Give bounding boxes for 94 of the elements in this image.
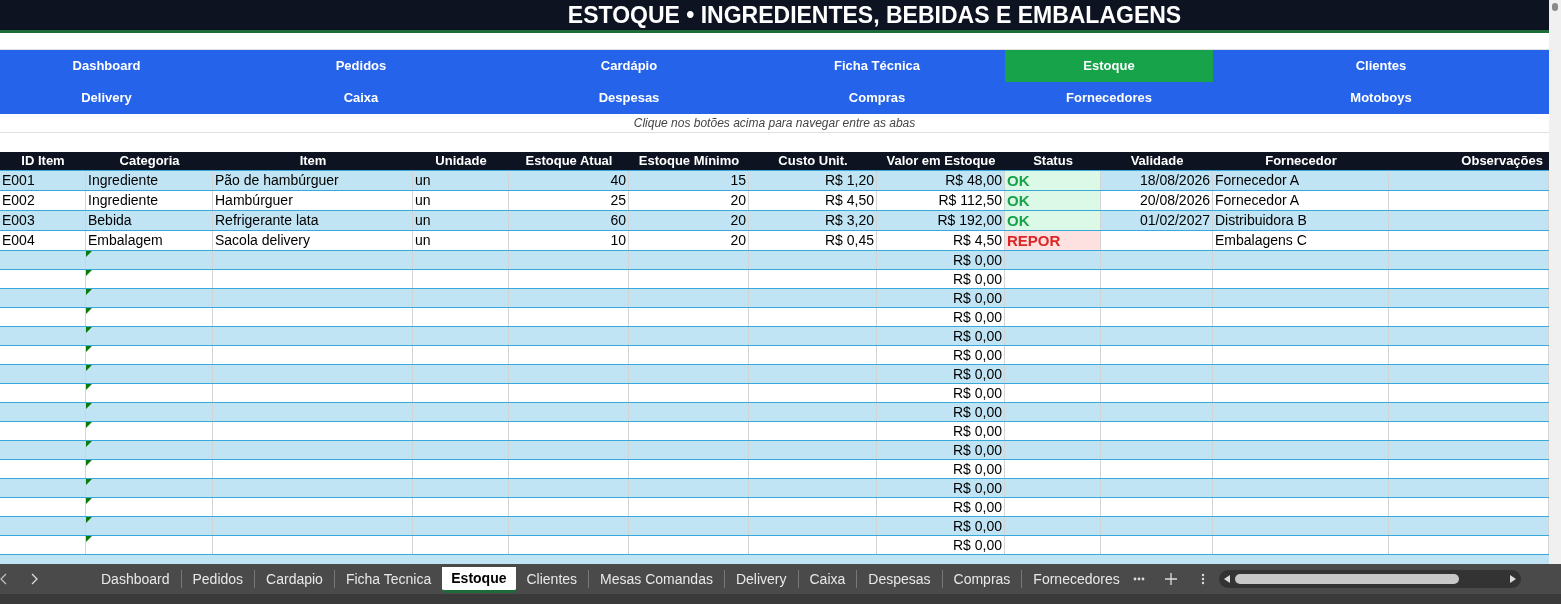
table-cell: R$ 1,20	[824, 172, 874, 188]
column-header: Categoria	[119, 153, 180, 168]
table-cell: Fornecedor A	[1215, 172, 1300, 188]
table-cell: un	[415, 172, 431, 188]
table-cell: 20	[730, 192, 746, 208]
sheet-tab[interactable]: Pedidos	[181, 568, 255, 590]
column-header: Fornecedor	[1265, 153, 1337, 168]
table-cell: Refrigerante lata	[215, 212, 319, 228]
vertical-scrollbar[interactable]	[1549, 0, 1561, 564]
table-cell: R$ 0,45	[824, 232, 874, 248]
scroll-right-icon[interactable]	[1509, 575, 1516, 583]
column-header: ID Item	[21, 153, 65, 168]
status-label: OK	[1007, 212, 1030, 229]
table-cell: R$ 0,00	[952, 537, 1002, 553]
table-cell: Ingrediente	[88, 172, 159, 188]
column-header: Unidade	[435, 153, 487, 168]
sheet-tab[interactable]: Despesas	[857, 568, 942, 590]
sheet-tab[interactable]: Compras	[942, 568, 1022, 590]
table-cell: 25	[610, 192, 626, 208]
column-header: Status	[1033, 153, 1073, 168]
table-cell: R$ 0,00	[952, 385, 1002, 401]
sheet-tab[interactable]: Fornecedores	[1022, 568, 1131, 590]
table-cell: R$ 112,50	[938, 192, 1002, 208]
sheet-tab[interactable]: Estoque	[442, 567, 516, 593]
table-cell: un	[415, 232, 431, 248]
table-cell: Ingrediente	[88, 192, 159, 208]
table-cell: E002	[2, 192, 35, 208]
table-cell: R$ 4,50	[952, 232, 1002, 248]
table-cell: E003	[2, 212, 35, 228]
sheet-tab[interactable]: Caixa	[798, 568, 857, 590]
table-cell: R$ 0,00	[952, 271, 1002, 287]
table-cell: R$ 192,00	[937, 212, 1002, 228]
table-cell: Hambúrguer	[215, 192, 293, 208]
table-cell: Bebida	[88, 212, 132, 228]
sheet-tab[interactable]: Dashboard	[90, 568, 181, 590]
table-cell: 40	[610, 172, 626, 188]
table-cell: 15	[730, 172, 746, 188]
table-cell: R$ 3,20	[824, 212, 874, 228]
table-cell: R$ 48,00	[945, 172, 1002, 188]
table-cell: R$ 0,00	[952, 423, 1002, 439]
table-cell: R$ 0,00	[952, 309, 1002, 325]
sheet-tab[interactable]: Ficha Tecnica	[334, 568, 443, 590]
table-cell: R$ 0,00	[952, 290, 1002, 306]
table-cell: 60	[610, 212, 626, 228]
table-cell: R$ 0,00	[952, 347, 1002, 363]
table-cell: R$ 0,00	[952, 404, 1002, 420]
table-cell: Embalagens C	[1215, 232, 1307, 248]
status-label: OK	[1007, 192, 1030, 209]
table-cell: Pão de hambúrguer	[215, 172, 339, 188]
table-cell: R$ 0,00	[952, 366, 1002, 382]
table-cell: 20	[730, 232, 746, 248]
table-cell: R$ 4,50	[824, 192, 874, 208]
table-cell: R$ 0,00	[952, 480, 1002, 496]
table-cell: E004	[2, 232, 35, 248]
column-header: Estoque Atual	[525, 153, 613, 168]
hint-text: Clique nos botões acima para navegar entre as abas	[633, 115, 916, 132]
chevron-right-icon[interactable]	[30, 573, 38, 585]
plus-icon[interactable]	[1164, 573, 1177, 585]
chevron-left-icon[interactable]	[0, 573, 8, 585]
column-header: Estoque Mínimo	[638, 153, 740, 168]
table-cell: E001	[2, 172, 35, 188]
column-header: Item	[299, 153, 327, 168]
table-cell: R$ 0,00	[952, 252, 1002, 268]
table-cell: R$ 0,00	[952, 499, 1002, 515]
sheet-tab[interactable]: Mesas Comandas	[589, 568, 724, 590]
column-header: Custo Unit.	[778, 153, 848, 168]
sheet-tab[interactable]: Delivery	[724, 568, 798, 590]
status-label: OK	[1007, 172, 1030, 189]
table-cell: Sacola delivery	[215, 232, 310, 248]
column-header: Observações	[1461, 153, 1543, 168]
table-cell: 10	[610, 232, 626, 248]
column-header: Valor em Estoque	[886, 153, 996, 168]
table-cell: 20/08/2026	[1139, 192, 1210, 208]
horizontal-scrollbar[interactable]	[1218, 570, 1521, 588]
status-label: REPOR	[1007, 232, 1061, 249]
table-cell: 20	[730, 212, 746, 228]
table-cell: un	[415, 192, 431, 208]
kebab-icon[interactable]	[1200, 573, 1205, 585]
table-cell: R$ 0,00	[952, 461, 1002, 477]
sheet-title: ESTOQUE • INGREDIENTES, BEBIDAS E EMBALAGENS	[567, 0, 1182, 30]
table-cell: R$ 0,00	[952, 328, 1002, 344]
sheet-tab[interactable]: Clientes	[515, 568, 589, 590]
table-cell: Distribuidora B	[1215, 212, 1307, 228]
more-icon[interactable]	[1132, 577, 1145, 581]
table-cell: R$ 0,00	[952, 518, 1002, 534]
sheet-tab[interactable]: Cardapio	[255, 568, 334, 590]
table-cell: un	[415, 212, 431, 228]
table-cell: 01/02/2027	[1139, 212, 1210, 228]
column-header: Validade	[1130, 153, 1184, 168]
table-cell: R$ 0,00	[952, 442, 1002, 458]
table-cell: Embalagem	[88, 232, 163, 248]
table-cell: 18/08/2026	[1139, 172, 1210, 188]
table-cell: Fornecedor A	[1215, 192, 1300, 208]
scroll-left-icon[interactable]	[1223, 575, 1230, 583]
